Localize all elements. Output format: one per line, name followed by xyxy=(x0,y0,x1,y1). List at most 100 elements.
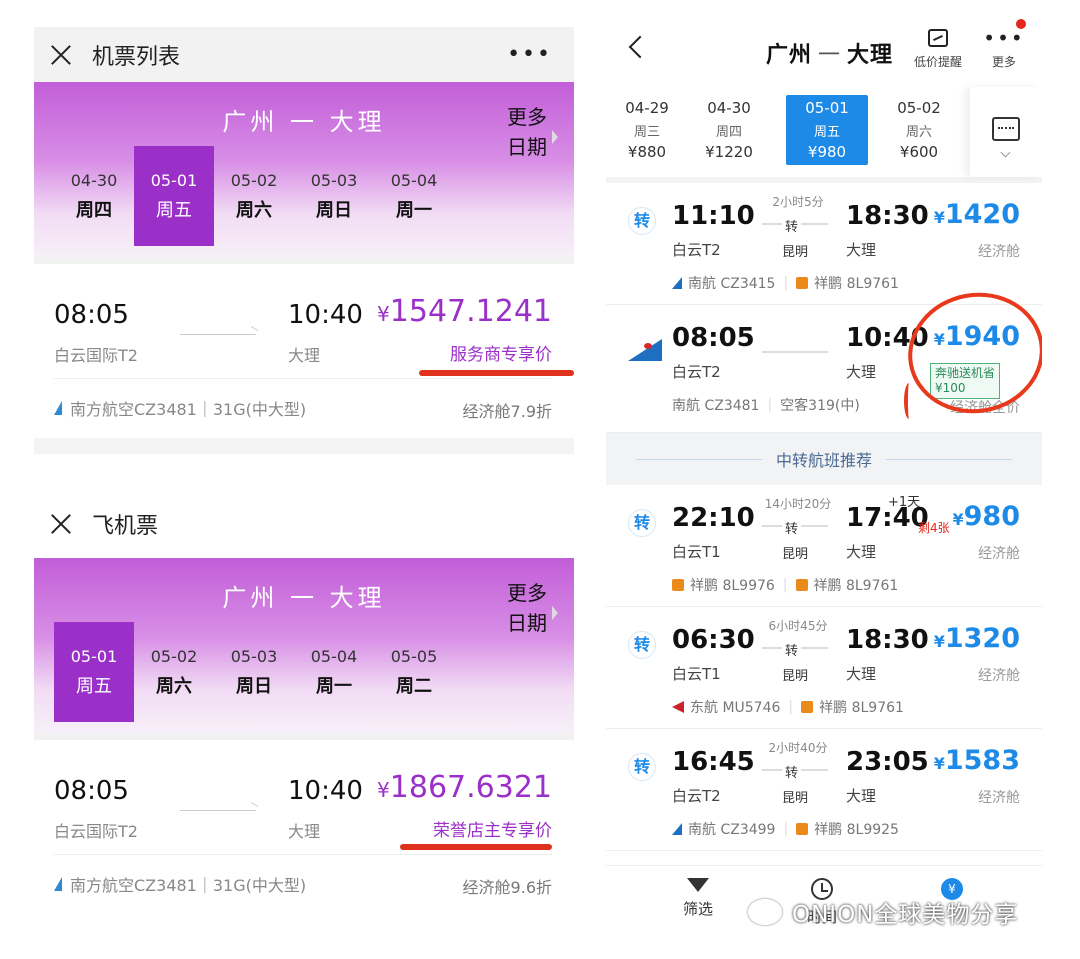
price-tag: 荣誉店主专享价 xyxy=(433,821,552,841)
arrow-icon xyxy=(180,810,256,811)
date-tab[interactable]: 05-02 周六 xyxy=(134,622,214,722)
airline-2: 祥鹏 8L9925 xyxy=(814,822,899,838)
date-label: 05-04 xyxy=(310,646,358,666)
filter-label: 筛选 xyxy=(682,900,713,918)
airline-row: 南航 CZ3415 | 祥鹏 8L9761 xyxy=(672,273,899,293)
cabin-class: 经济舱 xyxy=(978,790,1020,806)
transfer-city: 昆明 xyxy=(782,547,809,562)
cabin-info: 经济舱9.6折 xyxy=(462,878,552,897)
airline-logo-icon xyxy=(54,877,62,891)
flight-card[interactable]: 转 11:10 白云T2 2小时5分 转 昆明 18:30 大理 ¥1420 经… xyxy=(606,183,1042,305)
flight-card[interactable]: 08:05 白云国际T2 10:40 大理 ¥1547.1241 服务商专享价 xyxy=(34,258,574,379)
luckyair-logo-icon xyxy=(801,701,814,713)
more-dots-icon: ••• xyxy=(983,26,1025,50)
transfer-label: 转 xyxy=(782,640,802,659)
arrival-airport: 大理 xyxy=(846,363,877,381)
seats-left-label: 剩4张 xyxy=(918,521,950,535)
back-icon[interactable] xyxy=(628,35,652,59)
departure-airport: 白云T2 xyxy=(672,787,721,805)
flight-list-panel-1: 机票列表 ••• 广州 一 大理 04-30 周四 05-01 周五 05-02 周六… xyxy=(34,27,574,459)
date-price: ¥980 xyxy=(807,143,847,161)
price-value: 1867.6321 xyxy=(389,770,552,805)
date-tab[interactable]: 04-29 周三 ¥880 xyxy=(606,95,688,165)
flight-card[interactable]: 转 22:10 白云T1 14小时20分 转 昆明 +1天 17:40 大理 剩… xyxy=(606,485,1042,607)
transfer-city: 昆明 xyxy=(782,791,809,806)
date-label: 04-29 xyxy=(625,99,669,117)
arrival-airport: 大理 xyxy=(846,543,877,561)
weekday-label: 周六 xyxy=(156,675,192,697)
cabin-class: 经济舱 xyxy=(978,244,1020,260)
date-tab-selected[interactable]: 05-01 周五 xyxy=(54,622,134,722)
date-tab[interactable]: 05-05 周二 xyxy=(374,622,454,722)
date-tab[interactable]: 05-02 周六 ¥600 xyxy=(878,95,960,165)
date-selector: 05-01 周五 05-02 周六 05-03 周日 05-04 周一 05-05 周二 xyxy=(54,622,574,722)
wechat-icon xyxy=(748,899,782,925)
route-title: 广州一大理 xyxy=(766,37,893,69)
date-selector: 04-30 周四 05-01 周五 05-02 周六 05-03 周日 05-04 周一 xyxy=(54,146,574,246)
transfer-city: 昆明 xyxy=(782,669,809,684)
route-title: 广州 一 大理 xyxy=(222,108,386,136)
date-label: 05-01 xyxy=(70,646,118,666)
airline-row: 南方航空CZ3481｜31G(中大型) 经济舱9.6折 xyxy=(34,854,574,914)
luckyair-logo-icon xyxy=(796,277,809,289)
date-tab-selected[interactable]: 05-01 周五 ¥980 xyxy=(786,95,868,165)
date-tab[interactable]: 04-30 周四 xyxy=(54,146,134,246)
date-tab[interactable]: 05-02 周六 xyxy=(214,146,294,246)
more-dates-button[interactable]: 更多 日期 xyxy=(504,578,550,638)
filter-icon xyxy=(687,878,709,892)
date-label: 05-01 xyxy=(150,170,198,190)
weekday-label: 周日 xyxy=(236,675,272,697)
calendar-button[interactable] xyxy=(970,87,1042,177)
arrival-time: 23:05 xyxy=(846,747,929,777)
weekday-label: 周一 xyxy=(316,675,352,697)
more-dates-label-2: 日期 xyxy=(507,135,547,159)
price: ¥1867.6321 xyxy=(377,770,552,805)
more-button[interactable]: ••• 更多 xyxy=(982,26,1026,70)
date-tab[interactable]: 04-30 周四 ¥1220 xyxy=(688,95,770,165)
cabin-info: 经济舱7.9折 xyxy=(462,402,552,421)
arrival-time: 18:30 xyxy=(846,625,929,655)
china-southern-logo-icon xyxy=(672,277,682,289)
airline-2: 祥鹏 8L9761 xyxy=(814,276,899,292)
date-tab[interactable]: 05-03 周日 xyxy=(294,146,374,246)
airline-row: 祥鹏 8L9976 | 祥鹏 8L9761 xyxy=(672,575,898,595)
close-icon[interactable] xyxy=(48,42,74,68)
airline-2: 祥鹏 8L9761 xyxy=(819,700,904,716)
close-icon[interactable] xyxy=(48,511,74,537)
route-from: 广州 xyxy=(766,43,813,68)
departure-time: 08:05 xyxy=(54,776,129,806)
departure-time: 16:45 xyxy=(672,747,755,777)
more-dates-button[interactable]: 更多 日期 xyxy=(504,102,550,162)
flight-card[interactable]: 08:05 白云T2 10:40 大理 ¥1940 奔驰送机省 ¥100 经济舱全… xyxy=(606,282,1042,433)
route-banner: 广州 一 大理 04-30 周四 05-01 周五 05-02 周六 05-03 周日 … xyxy=(34,82,574,258)
cabin-class: 经济舱 xyxy=(978,668,1020,684)
currency-symbol: ¥ xyxy=(377,302,390,326)
currency-symbol: ¥ xyxy=(377,778,390,802)
flight-card[interactable]: 转 16:45 白云T2 2小时40分 转 昆明 23:05 大理 ¥1583 … xyxy=(606,729,1042,851)
date-tab[interactable]: 05-04 周一 xyxy=(294,622,374,722)
route-to: 大理 xyxy=(847,43,894,68)
date-label: 05-02 xyxy=(897,99,941,117)
luckyair-logo-icon xyxy=(672,579,684,591)
date-label: 05-03 xyxy=(310,170,358,190)
date-tab-selected[interactable]: 05-01 周五 xyxy=(134,146,214,246)
flight-card[interactable]: 08:05 白云国际T2 10:40 大理 ¥1867.6321 荣誉店主专享价 xyxy=(34,734,574,855)
price-alert-button[interactable]: 低价提醒 xyxy=(906,29,970,70)
arrival-time: 17:40 xyxy=(846,503,929,533)
date-tab[interactable]: 05-03 周日 xyxy=(214,622,294,722)
filter-button[interactable]: 筛选 xyxy=(668,878,728,919)
weekday-label: 周五 xyxy=(76,675,112,697)
red-underline-mark xyxy=(400,844,552,850)
flight-card[interactable]: 转 06:30 白云T1 6小时45分 转 昆明 18:30 大理 ¥1320 … xyxy=(606,607,1042,729)
airline-info: 南方航空CZ3481｜31G(中大型) xyxy=(70,400,307,419)
departure-airport: 白云T1 xyxy=(672,665,721,683)
more-menu-icon[interactable]: ••• xyxy=(507,42,552,67)
airline-row: 南方航空CZ3481｜31G(中大型) 经济舱7.9折 xyxy=(34,378,574,438)
price-value: 1320 xyxy=(944,623,1020,654)
route-title: 广州 一 大理 xyxy=(222,584,386,612)
china-eastern-logo-icon xyxy=(672,701,684,713)
route-banner: 广州 一 大理 05-01 周五 05-02 周六 05-03 周日 05-04 周一 … xyxy=(34,558,574,734)
price-value: 1420 xyxy=(944,199,1020,230)
flight-search-panel: 广州一大理 低价提醒 ••• 更多 04-29 周三 ¥880 04-30 周四 ¥122… xyxy=(606,15,1042,939)
date-tab[interactable]: 05-04 周一 xyxy=(374,146,454,246)
